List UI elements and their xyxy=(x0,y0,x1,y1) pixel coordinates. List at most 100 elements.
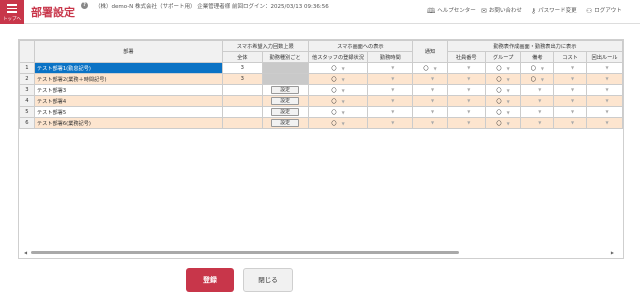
help-center-link[interactable]: 🕮 ヘルプセンター xyxy=(427,6,476,18)
scroll-right-arrow-icon[interactable]: ▶ xyxy=(611,250,614,255)
chevron-down-icon: ▼ xyxy=(467,109,471,114)
work-hours-select[interactable]: ▼ xyxy=(367,73,414,85)
other-staff-select[interactable]: 〇 ▼ xyxy=(307,62,369,74)
chevron-down-icon: ▼ xyxy=(430,120,435,125)
table-row[interactable]: 1 テスト部署1(勤怠記号) 3 〇 ▼ ▼ 〇 ▼ ▼ 〇 ▼ 〇 ▼ ▼ ▼ xyxy=(19,62,623,74)
table-row[interactable]: 5 テスト部署5 設定 〇 ▼ ▼ ▼ ▼ 〇 ▼ ▼ ▼ ▼ xyxy=(19,106,623,118)
remarks-select[interactable]: ▼ xyxy=(520,84,555,96)
dept-name-cell[interactable]: テスト部署4 xyxy=(33,95,223,107)
contact-link[interactable]: ✉ お問い合わせ xyxy=(481,6,522,15)
table-row[interactable]: 3 テスト部署3 設定 〇 ▼ ▼ ▼ ▼ 〇 ▼ ▼ ▼ ▼ xyxy=(19,84,623,96)
all-limit-cell[interactable] xyxy=(221,84,263,96)
chevron-down-icon: ▼ xyxy=(391,120,395,125)
group-select[interactable]: 〇 ▼ xyxy=(484,84,522,96)
employee-no-select[interactable]: ▼ xyxy=(446,117,486,129)
chevron-down-icon: ▼ xyxy=(391,98,395,103)
password-change-label: パスワード変更 xyxy=(538,8,577,14)
group-select[interactable]: 〇 ▼ xyxy=(484,73,522,85)
dept-name-cell[interactable]: テスト部署5 xyxy=(33,106,223,118)
scrollbar-thumb[interactable] xyxy=(31,251,459,254)
rule-select[interactable]: ▼ xyxy=(585,106,623,118)
scroll-left-arrow-icon[interactable]: ◀ xyxy=(24,250,27,255)
notify-select[interactable]: 〇 ▼ xyxy=(412,62,448,74)
cost-select[interactable]: ▼ xyxy=(553,106,587,118)
employee-no-select[interactable]: ▼ xyxy=(446,106,486,118)
rule-select[interactable]: ▼ xyxy=(585,117,623,129)
cost-select[interactable]: ▼ xyxy=(553,73,587,85)
set-button[interactable]: 設定 xyxy=(271,119,300,127)
all-limit-cell[interactable]: 3 xyxy=(221,73,263,85)
table-row[interactable]: 2 テスト部署2(業務＋時間記号) 3 〇 ▼ ▼ ▼ ▼ 〇 ▼ 〇 ▼ ▼ ▼ xyxy=(19,73,623,85)
menu-button[interactable]: トップへ xyxy=(0,0,24,24)
other-staff-select[interactable]: 〇 ▼ xyxy=(307,73,369,85)
notify-select[interactable]: ▼ xyxy=(412,84,448,96)
cost-select[interactable]: ▼ xyxy=(553,117,587,129)
rule-select[interactable]: ▼ xyxy=(585,73,623,85)
rule-select[interactable]: ▼ xyxy=(585,95,623,107)
employee-no-select[interactable]: ▼ xyxy=(446,62,486,74)
table-row[interactable]: 4 テスト部署4 設定 〇 ▼ ▼ ▼ ▼ 〇 ▼ ▼ ▼ ▼ xyxy=(19,95,623,107)
chevron-down-icon: ▼ xyxy=(467,65,471,70)
group-select[interactable]: 〇 ▼ xyxy=(484,106,522,118)
remarks-select[interactable]: ▼ xyxy=(520,117,555,129)
table-row[interactable]: 6 テスト部署6(業務記号) 設定 〇 ▼ ▼ ▼ ▼ 〇 ▼ ▼ ▼ ▼ xyxy=(19,117,623,129)
all-limit-cell[interactable] xyxy=(221,106,263,118)
dept-name-cell[interactable]: テスト部署1(勤怠記号) xyxy=(33,62,223,74)
dept-name-cell[interactable]: テスト部署6(業務記号) xyxy=(33,117,223,129)
work-hours-select[interactable]: ▼ xyxy=(367,62,414,74)
close-button[interactable]: 閉じる xyxy=(243,268,293,292)
notify-select[interactable]: ▼ xyxy=(412,117,448,129)
employee-no-select[interactable]: ▼ xyxy=(446,73,486,85)
dept-name-cell[interactable]: テスト部署3 xyxy=(33,84,223,96)
chevron-down-icon: ▼ xyxy=(506,65,510,71)
all-limit-cell[interactable]: 3 xyxy=(221,62,263,74)
remarks-select[interactable]: ▼ xyxy=(520,95,555,107)
horizontal-scrollbar[interactable]: ◀ ▶ xyxy=(24,250,614,255)
cost-select[interactable]: ▼ xyxy=(553,84,587,96)
remarks-select[interactable]: ▼ xyxy=(520,106,555,118)
other-staff-select[interactable]: 〇 ▼ xyxy=(307,84,369,96)
all-limit-cell[interactable] xyxy=(221,117,263,129)
circle-icon: 〇 xyxy=(331,98,337,105)
remarks-select[interactable]: 〇 ▼ xyxy=(520,73,555,85)
work-hours-select[interactable]: ▼ xyxy=(367,95,414,107)
work-hours-select[interactable]: ▼ xyxy=(367,106,414,118)
notify-select[interactable]: ▼ xyxy=(412,95,448,107)
set-button[interactable]: 設定 xyxy=(271,108,300,116)
employee-no-select[interactable]: ▼ xyxy=(446,95,486,107)
notify-select[interactable]: ▼ xyxy=(412,106,448,118)
other-staff-select[interactable]: 〇 ▼ xyxy=(307,117,369,129)
group-select[interactable]: 〇 ▼ xyxy=(484,95,522,107)
dept-name-cell[interactable]: テスト部署2(業務＋時間記号) xyxy=(33,73,223,85)
employee-no-select[interactable]: ▼ xyxy=(446,84,486,96)
chevron-down-icon: ▼ xyxy=(605,120,609,125)
remarks-select[interactable]: 〇 ▼ xyxy=(520,62,555,74)
work-hours-select[interactable]: ▼ xyxy=(367,117,414,129)
row-number: 1 xyxy=(19,62,35,74)
set-button[interactable]: 設定 xyxy=(271,86,300,94)
chevron-down-icon: ▼ xyxy=(571,76,575,81)
save-button[interactable]: 登録 xyxy=(186,268,234,292)
chevron-down-icon: ▼ xyxy=(391,76,395,81)
other-staff-select[interactable]: 〇 ▼ xyxy=(307,106,369,118)
by-type-cell xyxy=(261,62,309,74)
work-hours-select[interactable]: ▼ xyxy=(367,84,414,96)
chevron-down-icon: ▼ xyxy=(571,98,575,103)
by-type-cell xyxy=(261,73,309,85)
set-button[interactable]: 設定 xyxy=(271,97,300,105)
chevron-down-icon: ▼ xyxy=(506,120,510,126)
group-select[interactable]: 〇 ▼ xyxy=(484,62,522,74)
rule-select[interactable]: ▼ xyxy=(585,62,623,74)
circle-icon: 〇 xyxy=(331,120,337,127)
password-change-link[interactable]: ⚷ パスワード変更 xyxy=(531,6,577,15)
other-staff-select[interactable]: 〇 ▼ xyxy=(307,95,369,107)
group-select[interactable]: 〇 ▼ xyxy=(484,117,522,129)
notify-select[interactable]: ▼ xyxy=(412,73,448,85)
remarks-column-header: 備考 xyxy=(520,51,555,63)
logout-link[interactable]: ⚇ ログアウト xyxy=(586,6,622,15)
rule-select[interactable]: ▼ xyxy=(585,84,623,96)
all-limit-cell[interactable] xyxy=(221,95,263,107)
cost-select[interactable]: ▼ xyxy=(553,95,587,107)
help-question-icon[interactable]: ? xyxy=(81,2,88,9)
cost-select[interactable]: ▼ xyxy=(553,62,587,74)
